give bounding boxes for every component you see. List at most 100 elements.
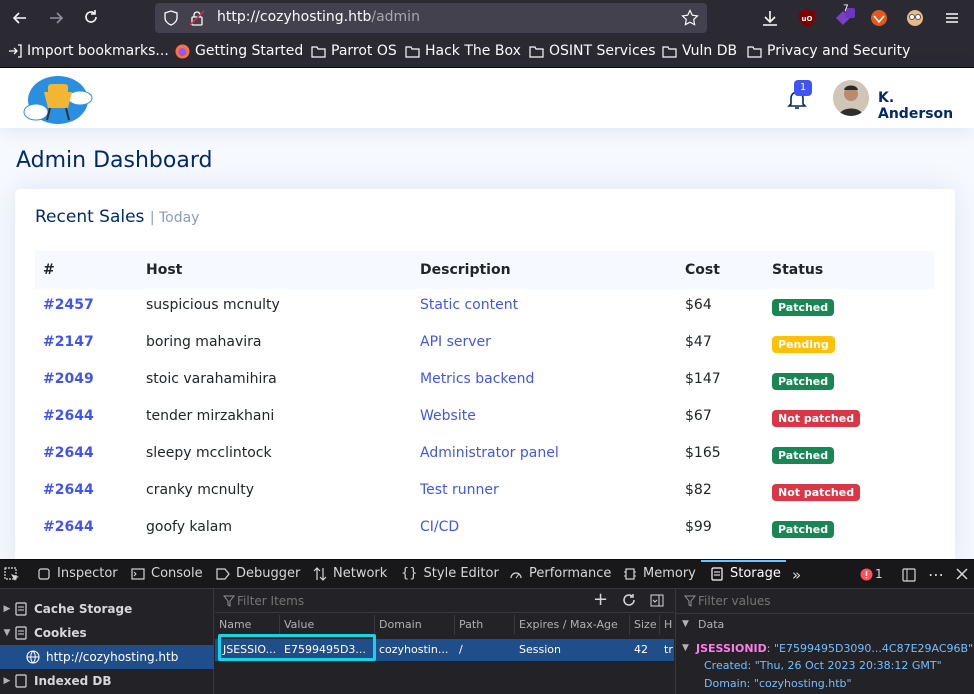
sidebar-item-cozyhosting[interactable]: http://cozyhosting.htb <box>0 645 214 669</box>
bookmark-folder-privacy[interactable]: Privacy and Security <box>747 43 910 59</box>
tab-debugger[interactable]: Debugger <box>216 566 300 581</box>
sidebar-item-cache-storage[interactable]: ▶ Cache Storage <box>0 597 214 621</box>
tab-console[interactable]: Console <box>131 566 203 581</box>
filter-values-input[interactable] <box>698 591 958 611</box>
status-badge: Pending <box>772 336 835 353</box>
cookie-domain-cell[interactable]: cozyhostin... <box>375 639 455 661</box>
menu-icon[interactable] <box>942 8 962 28</box>
bookmark-folder-osint[interactable]: OSINT Services <box>529 43 656 59</box>
col-size-header[interactable]: Size <box>630 615 660 635</box>
sidebar-item-cookies[interactable]: ▼ Cookies <box>0 621 214 645</box>
row-id-link[interactable]: #2457 <box>43 297 94 313</box>
row-description-link[interactable]: Static content <box>420 297 518 313</box>
data-entry-created[interactable]: Created: "Thu, 26 Oct 2023 20:38:12 GMT" <box>704 659 942 672</box>
col-path-header[interactable]: Path <box>455 615 515 635</box>
status-badge: Patched <box>772 447 835 464</box>
col-host-header[interactable]: Host <box>146 262 182 278</box>
cookie-expires-cell[interactable]: Session <box>515 639 630 661</box>
tab-performance[interactable]: Performance <box>509 566 611 581</box>
insecure-lock-icon[interactable] <box>189 10 205 26</box>
row-cost: $47 <box>685 334 712 350</box>
col-value-header[interactable]: Value <box>280 615 375 635</box>
row-id-link[interactable]: #2147 <box>43 334 94 350</box>
chevron-right-icon: ▶ <box>3 676 11 686</box>
data-header: Data <box>698 618 725 631</box>
cookie-httponly-cell[interactable]: tr <box>660 639 674 661</box>
chevron-down-icon: ▼ <box>3 628 11 638</box>
row-description-link[interactable]: Metrics backend <box>420 371 534 387</box>
refresh-icon[interactable] <box>622 593 637 608</box>
sidebar-item-indexed-db[interactable]: ▶ Indexed DB <box>0 669 214 693</box>
row-id-link[interactable]: #2644 <box>43 408 94 424</box>
tab-inspector[interactable]: Inspector <box>37 566 118 581</box>
row-description-link[interactable]: Test runner <box>420 482 499 498</box>
row-description-link[interactable]: CI/CD <box>420 519 459 535</box>
add-item-icon[interactable]: + <box>593 591 608 609</box>
folder-icon <box>747 45 762 58</box>
url-text[interactable]: http://cozyhosting.htb/admin <box>217 9 420 25</box>
row-id-link[interactable]: #2644 <box>43 445 94 461</box>
bookmark-folder-parrot[interactable]: Parrot OS <box>311 43 397 59</box>
data-entry-domain[interactable]: Domain: "cozyhosting.htb" <box>704 677 852 690</box>
row-description-link[interactable]: Website <box>420 408 476 424</box>
bookmark-getting-started[interactable]: Getting Started <box>175 43 303 59</box>
pick-element-icon[interactable] <box>4 567 20 583</box>
col-httponly-header[interactable]: H <box>660 615 674 635</box>
shield-icon[interactable] <box>163 10 179 26</box>
sidebar-toggle-icon[interactable] <box>650 594 664 607</box>
filter-items-input[interactable] <box>237 591 577 611</box>
bookmark-folder-vulndb[interactable]: Vuln DB <box>662 43 737 59</box>
tab-memory[interactable]: Memory <box>623 566 696 581</box>
logo-icon[interactable] <box>22 70 94 128</box>
close-icon[interactable] <box>955 567 969 581</box>
row-description-link[interactable]: API server <box>420 334 491 350</box>
url-bar[interactable]: http://cozyhosting.htb/admin <box>155 3 707 33</box>
row-description-link[interactable]: Administrator panel <box>420 445 559 461</box>
cookie-editor-icon[interactable] <box>905 8 925 28</box>
reload-icon[interactable] <box>81 8 101 28</box>
chevron-down-icon[interactable]: ▼ <box>682 643 689 653</box>
row-id-link[interactable]: #2049 <box>43 371 94 387</box>
back-icon[interactable] <box>10 8 30 28</box>
page-title: Admin Dashboard <box>16 148 213 173</box>
table-row: #2644 tender mirzakhani Website $67 Not patc… <box>35 400 935 437</box>
ublock-icon[interactable]: uO <box>797 8 817 28</box>
recent-sales-card: Recent Sales | Today # Host Description … <box>15 189 955 569</box>
user-name[interactable]: K. Anderson <box>878 90 974 122</box>
forward-icon[interactable] <box>46 8 66 28</box>
more-options-icon[interactable]: ⋯ <box>928 565 944 584</box>
error-count: 1 <box>875 567 883 581</box>
col-name-header[interactable]: Name <box>215 615 280 635</box>
table-header: # Host Description Cost Status <box>35 251 935 289</box>
row-id-link[interactable]: #2644 <box>43 482 94 498</box>
error-icon[interactable] <box>860 568 873 581</box>
row-id-link[interactable]: #2644 <box>43 519 94 535</box>
col-cost-header[interactable]: Cost <box>685 262 720 278</box>
bookmark-folder-htb[interactable]: Hack The Box <box>405 43 521 59</box>
downloads-icon[interactable] <box>760 8 780 28</box>
col-expires-header[interactable]: Expires / Max-Age <box>515 615 630 635</box>
col-id-header[interactable]: # <box>43 262 55 278</box>
bookmark-import[interactable]: Import bookmarks... <box>8 43 169 59</box>
row-cost: $64 <box>685 297 712 313</box>
foxyproxy-icon[interactable] <box>869 8 889 28</box>
tab-style-editor[interactable]: {} Style Editor <box>401 566 499 581</box>
cookie-path-cell[interactable]: / <box>455 639 515 661</box>
tab-network[interactable]: Network <box>313 566 387 581</box>
chevron-more-icon[interactable]: » <box>792 566 801 584</box>
avatar[interactable] <box>833 80 869 116</box>
row-host: goofy kalam <box>146 519 232 535</box>
col-status-header[interactable]: Status <box>772 262 823 278</box>
chevron-down-icon[interactable]: ▼ <box>682 619 689 629</box>
data-entry-jsessionid[interactable]: JSESSIONID: "E7599495D3090...4C87E29AC96… <box>696 642 973 655</box>
memory-icon <box>624 567 636 580</box>
divider <box>676 613 974 614</box>
tab-storage[interactable]: Storage <box>710 566 781 581</box>
dock-icon[interactable] <box>901 567 917 583</box>
col-domain-header[interactable]: Domain <box>375 615 455 635</box>
cookie-size-cell[interactable]: 42 <box>630 639 660 661</box>
star-icon[interactable] <box>681 9 699 27</box>
table-row: #2147 boring mahavira API server $47 Pending <box>35 326 935 363</box>
row-host: sleepy mcclintock <box>146 445 272 461</box>
col-description-header[interactable]: Description <box>420 262 511 278</box>
